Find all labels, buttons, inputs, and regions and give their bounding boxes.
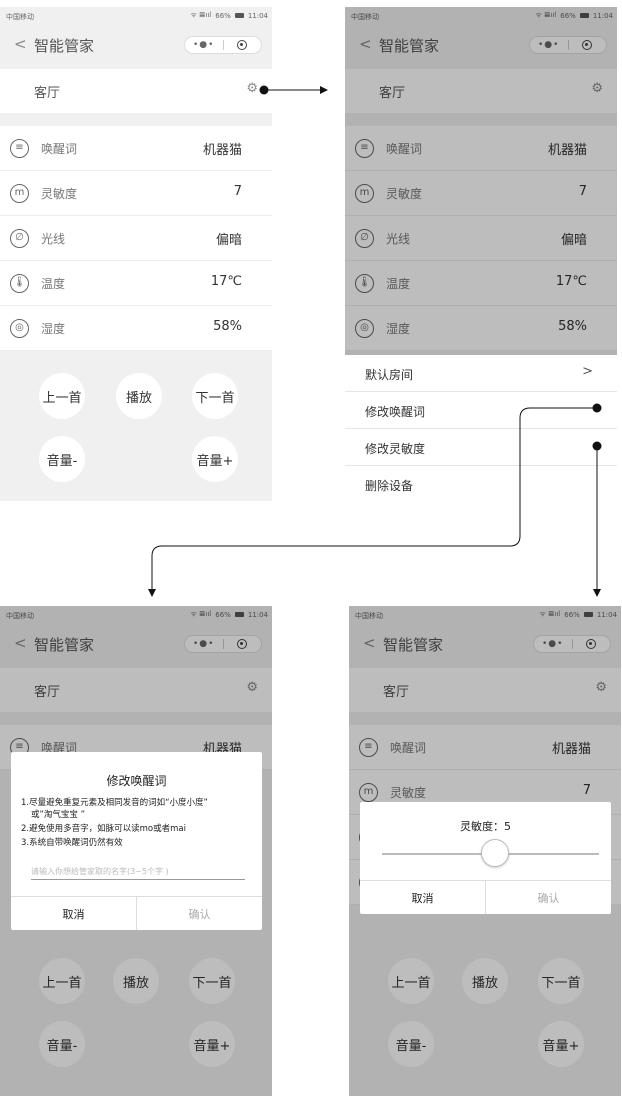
arrow-sensitivity-to-dialog [592,441,602,597]
arrow-gear-to-sheet [259,85,328,95]
flow-arrows [148,85,602,597]
arrow-wake-word-to-dialog [148,403,602,597]
